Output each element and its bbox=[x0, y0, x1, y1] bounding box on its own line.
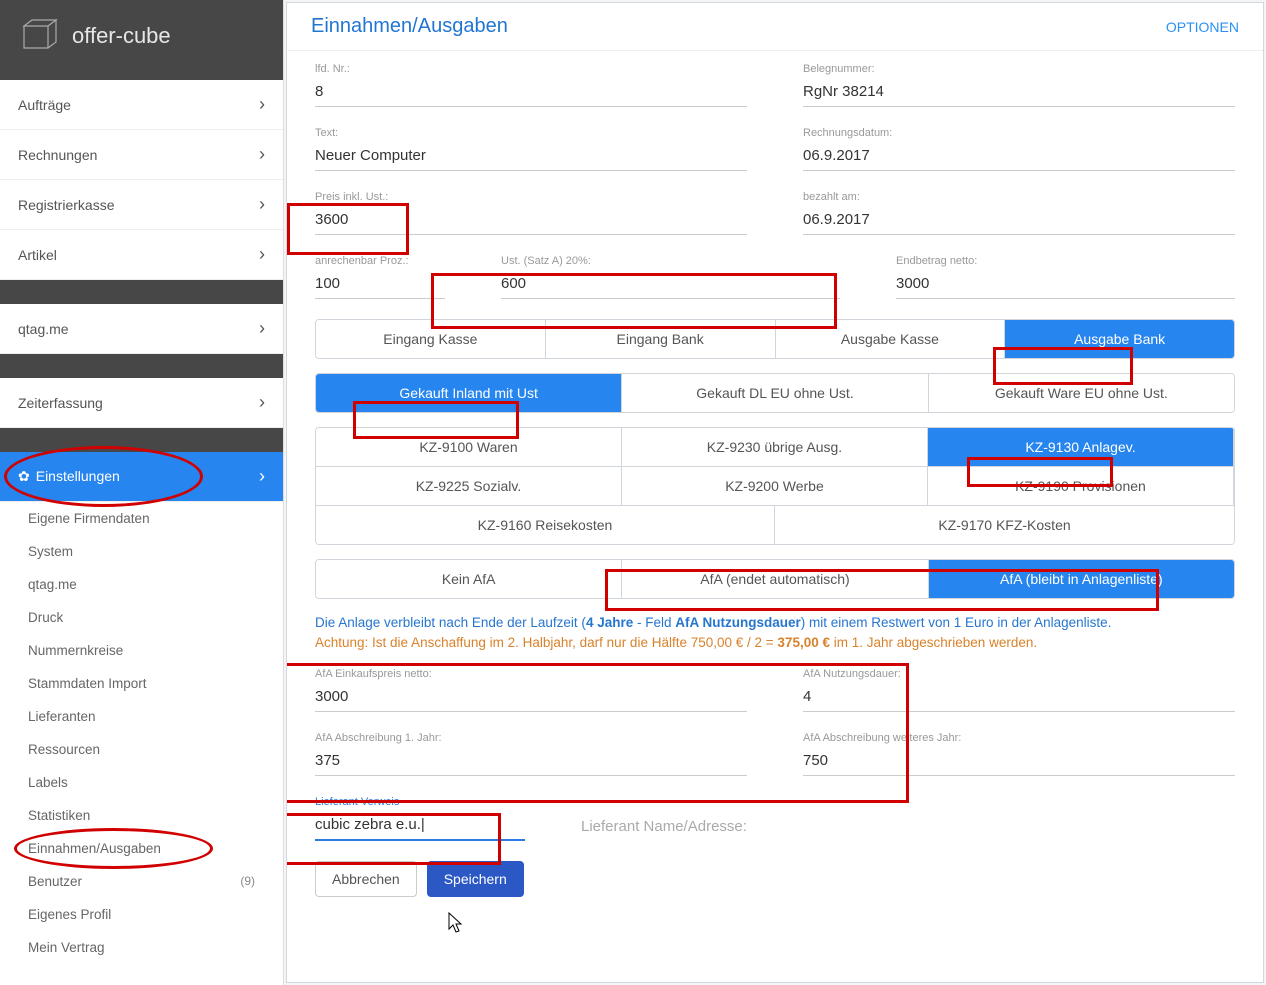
options-link[interactable]: OPTIONEN bbox=[1166, 19, 1239, 35]
chevron-right-icon: › bbox=[259, 392, 265, 413]
badge: (9) bbox=[240, 874, 255, 889]
btn-kz-9200[interactable]: KZ-9200 Werbe bbox=[622, 467, 928, 506]
btn-kz-9190[interactable]: KZ-9190 Provisionen bbox=[928, 467, 1234, 506]
bez-label: bezahlt am: bbox=[803, 191, 1235, 203]
rdat-label: Rechnungsdatum: bbox=[803, 127, 1235, 139]
nav: Aufträge› Rechnungen› Registrierkasse› A… bbox=[0, 72, 283, 985]
btn-eingang-kasse[interactable]: Eingang Kasse bbox=[316, 320, 546, 358]
sub-stammdaten-import[interactable]: Stammdaten Import bbox=[0, 667, 283, 700]
afa-aw-label: AfA Abschreibung weiteres Jahr: bbox=[803, 732, 1235, 744]
btn-kz-9100[interactable]: KZ-9100 Waren bbox=[316, 428, 622, 467]
btn-kz-9230[interactable]: KZ-9230 übrige Ausg. bbox=[622, 428, 928, 467]
nav-item-rechnungen[interactable]: Rechnungen› bbox=[0, 130, 283, 180]
sub-nummernkreise[interactable]: Nummernkreise bbox=[0, 634, 283, 667]
page-header: Einnahmen/Ausgaben OPTIONEN bbox=[287, 3, 1263, 51]
afa-nd-label: AfA Nutzungsdauer: bbox=[803, 668, 1235, 680]
afa-row: Kein AfA AfA (endet automatisch) AfA (bl… bbox=[315, 559, 1235, 599]
nav-item-registrierkasse[interactable]: Registrierkasse› bbox=[0, 180, 283, 230]
btn-kein-afa[interactable]: Kein AfA bbox=[316, 560, 622, 598]
sub-ressourcen[interactable]: Ressourcen bbox=[0, 733, 283, 766]
btn-ausgabe-kasse[interactable]: Ausgabe Kasse bbox=[776, 320, 1006, 358]
sub-eigene-firmendaten[interactable]: Eigene Firmendaten bbox=[0, 502, 283, 535]
btn-kz-9225[interactable]: KZ-9225 Sozialv. bbox=[316, 467, 622, 506]
btn-kz-9160[interactable]: KZ-9160 Reisekosten bbox=[316, 506, 775, 544]
sub-eigenes-profil[interactable]: Eigenes Profil bbox=[0, 898, 283, 931]
page-title: Einnahmen/Ausgaben bbox=[311, 15, 508, 38]
lief-verweis-label: Lieferant Verweis bbox=[315, 796, 525, 808]
nav-item-auftraege[interactable]: Aufträge› bbox=[0, 80, 283, 130]
chevron-right-icon: › bbox=[259, 194, 265, 215]
sub-mein-vertrag[interactable]: Mein Vertrag bbox=[0, 931, 283, 964]
sub-labels[interactable]: Labels bbox=[0, 766, 283, 799]
sidebar: offer-cube Aufträge› Rechnungen› Registr… bbox=[0, 0, 284, 985]
cancel-button[interactable]: Abbrechen bbox=[315, 861, 417, 897]
nav-item-zeiterfassung[interactable]: Zeiterfassung› bbox=[0, 378, 283, 428]
type-row: Eingang Kasse Eingang Bank Ausgabe Kasse… bbox=[315, 319, 1235, 359]
sub-druck[interactable]: Druck bbox=[0, 601, 283, 634]
btn-eingang-bank[interactable]: Eingang Bank bbox=[546, 320, 776, 358]
beleg-label: Belegnummer: bbox=[803, 63, 1235, 75]
lfd-input[interactable]: 8 bbox=[315, 79, 747, 107]
rdat-input[interactable]: 06.9.2017 bbox=[803, 143, 1235, 171]
proz-input[interactable]: 100 bbox=[315, 271, 445, 299]
sub-statistiken[interactable]: Statistiken bbox=[0, 799, 283, 832]
lfd-label: lfd. Nr.: bbox=[315, 63, 747, 75]
btn-afa-bleibt[interactable]: AfA (bleibt in Anlagenliste) bbox=[929, 560, 1234, 598]
text-input[interactable]: Neuer Computer bbox=[315, 143, 747, 171]
sub-qtag[interactable]: qtag.me bbox=[0, 568, 283, 601]
btn-ware-eu[interactable]: Gekauft Ware EU ohne Ust. bbox=[929, 374, 1234, 412]
chevron-right-icon: › bbox=[259, 466, 265, 487]
chevron-right-icon: › bbox=[259, 144, 265, 165]
gekauft-row: Gekauft Inland mit Ust Gekauft DL EU ohn… bbox=[315, 373, 1235, 413]
nav-item-einstellungen[interactable]: ✿Einstellungen › bbox=[0, 452, 283, 502]
chevron-right-icon: › bbox=[259, 244, 265, 265]
nav-item-artikel[interactable]: Artikel› bbox=[0, 230, 283, 280]
ust-input[interactable]: 600 bbox=[501, 271, 840, 299]
preis-input[interactable]: 3600 bbox=[315, 207, 747, 235]
ust-label: Ust. (Satz A) 20%: bbox=[501, 255, 840, 267]
btn-ausgabe-bank[interactable]: Ausgabe Bank bbox=[1005, 320, 1234, 358]
lief-name-placeholder[interactable]: Lieferant Name/Adresse: bbox=[581, 814, 1235, 841]
cursor-icon bbox=[447, 911, 465, 935]
btn-dl-eu[interactable]: Gekauft DL EU ohne Ust. bbox=[622, 374, 928, 412]
sub-system[interactable]: System bbox=[0, 535, 283, 568]
chevron-right-icon: › bbox=[259, 94, 265, 115]
footer-buttons: Abbrechen Speichern bbox=[315, 861, 1235, 897]
bez-input[interactable]: 06.9.2017 bbox=[803, 207, 1235, 235]
netto-input[interactable]: 3000 bbox=[896, 271, 1235, 299]
chevron-right-icon: › bbox=[259, 318, 265, 339]
btn-kz-9170[interactable]: KZ-9170 KFZ-Kosten bbox=[775, 506, 1234, 544]
nav-item-qtag[interactable]: qtag.me› bbox=[0, 304, 283, 354]
sub-lieferanten[interactable]: Lieferanten bbox=[0, 700, 283, 733]
proz-label: anrechenbar Proz.: bbox=[315, 255, 445, 267]
preis-label: Preis inkl. Ust.: bbox=[315, 191, 747, 203]
btn-afa-endet[interactable]: AfA (endet automatisch) bbox=[622, 560, 928, 598]
btn-kz-9130[interactable]: KZ-9130 Anlagev. bbox=[928, 428, 1234, 467]
form-area: lfd. Nr.: 8 Belegnummer: RgNr 38214 Text: N… bbox=[287, 51, 1263, 982]
brand-logo-icon bbox=[18, 18, 62, 54]
btn-inland-ust[interactable]: Gekauft Inland mit Ust bbox=[316, 374, 622, 412]
afa-a1-input[interactable]: 375 bbox=[315, 748, 747, 776]
afa-aw-input[interactable]: 750 bbox=[803, 748, 1235, 776]
beleg-input[interactable]: RgNr 38214 bbox=[803, 79, 1235, 107]
gear-icon: ✿ bbox=[18, 468, 30, 484]
brand: offer-cube bbox=[0, 0, 283, 72]
afa-ek-input[interactable]: 3000 bbox=[315, 684, 747, 712]
kz-row: KZ-9100 Waren KZ-9230 übrige Ausg. KZ-91… bbox=[315, 427, 1235, 545]
afa-a1-label: AfA Abschreibung 1. Jahr: bbox=[315, 732, 747, 744]
main: Einnahmen/Ausgaben OPTIONEN lfd. Nr.: 8 B… bbox=[286, 2, 1264, 983]
save-button[interactable]: Speichern bbox=[427, 861, 524, 897]
sub-benutzer[interactable]: Benutzer(9) bbox=[0, 865, 283, 898]
brand-name: offer-cube bbox=[72, 23, 171, 49]
lief-verweis-input[interactable]: cubic zebra e.u.| bbox=[315, 812, 525, 841]
afa-ek-label: AfA Einkaufspreis netto: bbox=[315, 668, 747, 680]
afa-nd-input[interactable]: 4 bbox=[803, 684, 1235, 712]
text-label: Text: bbox=[315, 127, 747, 139]
info-text: Die Anlage verbleibt nach Ende der Laufz… bbox=[315, 613, 1235, 654]
netto-label: Endbetrag netto: bbox=[896, 255, 1235, 267]
sub-einnahmen-ausgaben[interactable]: Einnahmen/Ausgaben bbox=[0, 832, 283, 865]
